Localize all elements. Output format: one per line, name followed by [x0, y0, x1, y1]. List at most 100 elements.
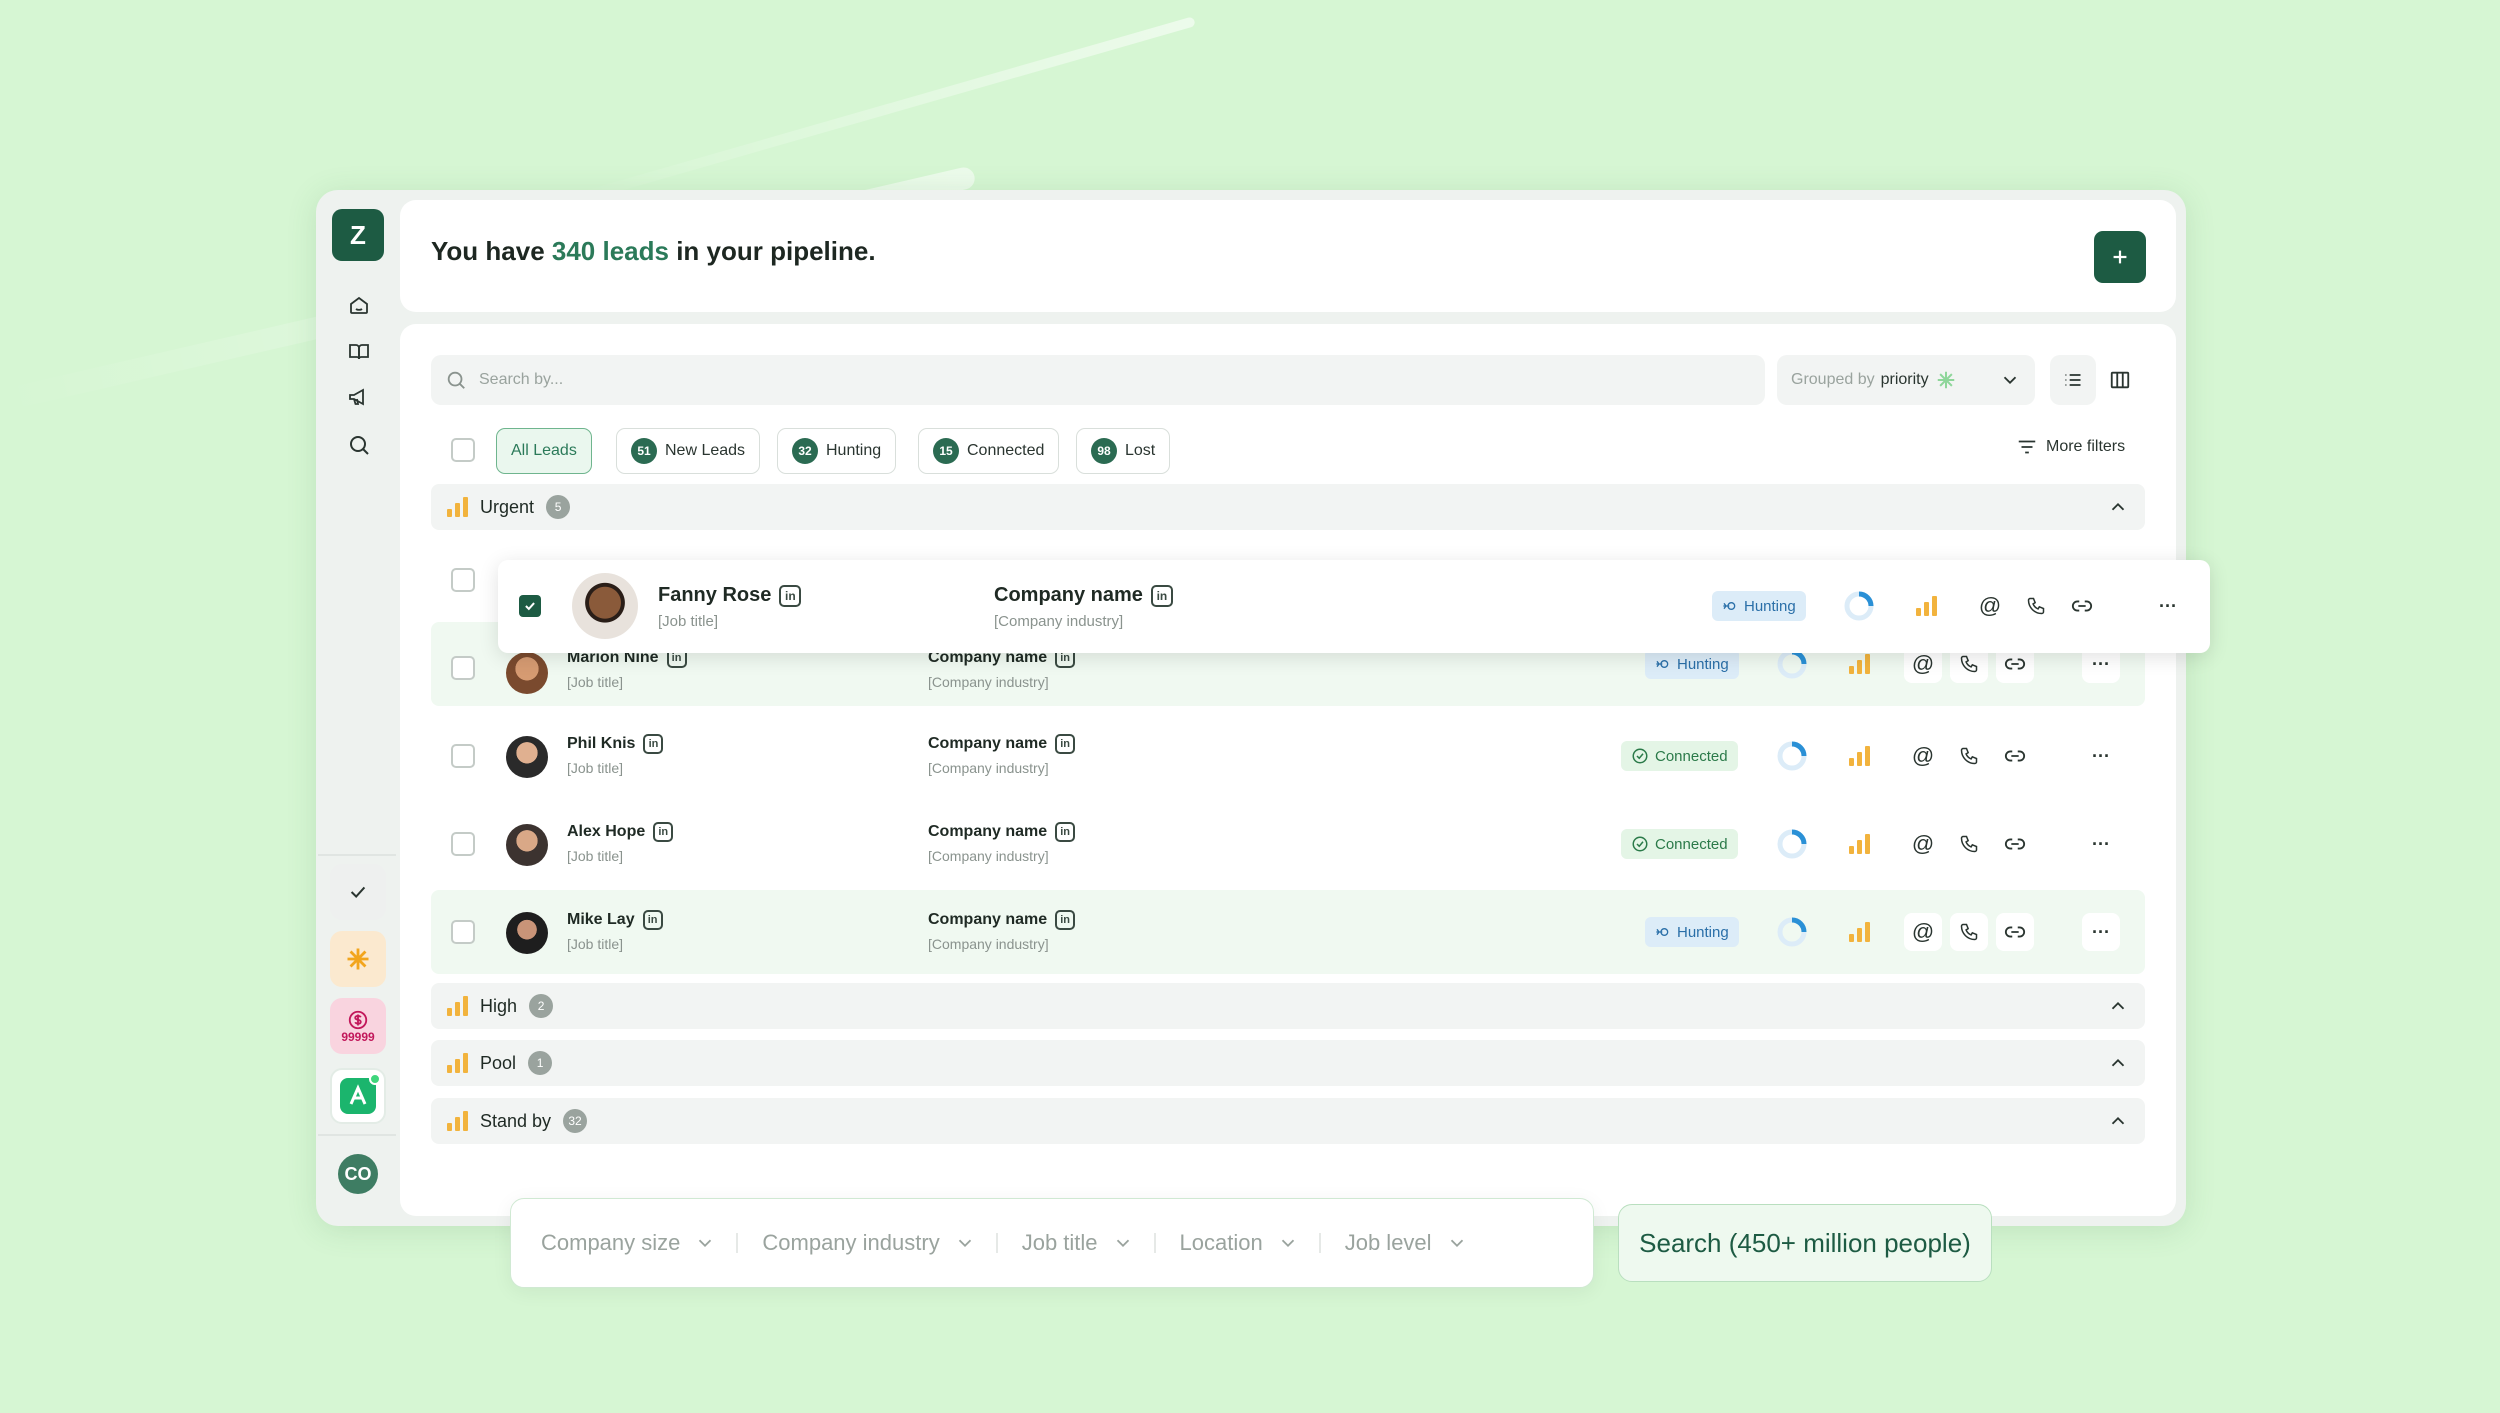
linkedin-icon[interactable]: in — [653, 822, 674, 842]
linkedin-icon[interactable]: in — [1055, 734, 1076, 754]
at-icon: @ — [1978, 593, 2002, 618]
chevron-up-icon — [2111, 1058, 2125, 1067]
link-button[interactable] — [1996, 737, 2034, 775]
board-view-button[interactable] — [2098, 355, 2142, 405]
linkedin-icon[interactable]: in — [1055, 910, 1076, 930]
chevron-down-icon — [1116, 1239, 1129, 1248]
at-icon: @ — [1911, 651, 1935, 676]
company-industry: [Company industry] — [928, 760, 1049, 776]
chevron-up-icon — [2111, 1116, 2125, 1125]
app-logo[interactable]: Z — [332, 209, 384, 261]
group-pool[interactable]: Pool 1 — [431, 1040, 2145, 1086]
avatar — [506, 736, 548, 778]
chevron-down-icon — [958, 1239, 971, 1248]
row-checkbox[interactable] — [451, 744, 475, 768]
check-icon — [525, 602, 535, 611]
company-industry: [Company industry] — [928, 936, 1049, 952]
phone-button[interactable] — [1950, 913, 1988, 951]
app-badge-icon — [340, 1073, 381, 1114]
phone-button[interactable] — [2017, 587, 2055, 625]
row-checkbox[interactable] — [451, 832, 475, 856]
lead-name: Alex Hope in — [567, 822, 674, 842]
linkedin-icon[interactable]: in — [779, 584, 802, 607]
tab-all-leads[interactable]: All Leads — [496, 428, 592, 474]
group-stand-by[interactable]: Stand by 32 — [431, 1098, 2145, 1144]
phone-button[interactable] — [1950, 737, 1988, 775]
link-button[interactable] — [1996, 825, 2034, 863]
tab-lost[interactable]: 98 Lost — [1076, 428, 1171, 474]
more-options-button[interactable]: ··· — [2082, 913, 2120, 951]
tab-connected[interactable]: 15 Connected — [918, 428, 1060, 474]
at-icon: @ — [1911, 831, 1935, 856]
link-icon — [2004, 838, 2026, 850]
filter-company-industry[interactable]: Company industry — [762, 1230, 975, 1256]
group-by-select[interactable]: Grouped by priority — [1777, 355, 2035, 405]
tab-hunting[interactable]: 32 Hunting — [777, 428, 897, 474]
linkedin-icon[interactable]: in — [1055, 822, 1076, 842]
company-name: Company name in — [928, 822, 1076, 842]
page-title: You have 340 leads in your pipeline. — [431, 236, 876, 266]
lead-name: Mike Lay in — [567, 910, 663, 930]
table-row[interactable]: Mike Lay in [Job title] Company name in [C… — [431, 890, 2145, 974]
link-button[interactable] — [2063, 587, 2101, 625]
phone-button[interactable] — [1950, 825, 1988, 863]
row-checkbox-checked[interactable] — [519, 595, 541, 617]
table-row[interactable]: Alex Hope in [Job title] Company name in [… — [431, 802, 2145, 886]
book-icon[interactable] — [342, 335, 376, 369]
row-checkbox[interactable] — [451, 568, 475, 592]
search-input[interactable] — [479, 371, 1679, 389]
filter-company-size[interactable]: Company size — [541, 1230, 716, 1256]
user-avatar[interactable]: CO — [338, 1154, 378, 1194]
linkedin-icon[interactable]: in — [643, 734, 664, 754]
priority-icon — [447, 1111, 468, 1131]
company-industry: [Company industry] — [994, 613, 1124, 630]
list-icon — [2065, 374, 2081, 386]
more-icon: ··· — [2092, 745, 2110, 766]
progress-ring-icon — [1777, 829, 1807, 859]
link-icon — [2071, 600, 2093, 612]
tasks-button[interactable] — [330, 864, 386, 920]
group-high[interactable]: High 2 — [431, 983, 2145, 1029]
check-circle-icon — [1632, 836, 1648, 852]
dragged-lead-row[interactable]: Fanny Rose in [Job title] Company name in … — [498, 560, 2210, 653]
link-button[interactable] — [1996, 913, 2034, 951]
lead-job-title: [Job title] — [567, 760, 624, 776]
add-lead-button[interactable] — [2094, 231, 2146, 283]
status-badge: Hunting — [1645, 917, 1739, 947]
group-urgent[interactable]: Urgent 5 — [431, 484, 2145, 530]
linkedin-icon[interactable]: in — [1150, 584, 1173, 607]
chevron-down-icon — [2003, 376, 2017, 385]
tab-new-leads[interactable]: 51 New Leads — [616, 428, 761, 474]
row-checkbox[interactable] — [451, 920, 475, 944]
search-bar[interactable] — [431, 355, 1765, 405]
priority-icon — [1849, 654, 1870, 674]
more-options-button[interactable]: ··· — [2149, 587, 2187, 625]
megaphone-icon[interactable] — [342, 380, 376, 414]
email-button[interactable]: @ — [1904, 737, 1942, 775]
select-all-checkbox[interactable] — [451, 438, 475, 462]
chevron-down-icon — [1281, 1239, 1294, 1248]
avatar — [506, 824, 548, 866]
row-checkbox[interactable] — [451, 656, 475, 680]
filter-job-level[interactable]: Job level — [1345, 1230, 1468, 1256]
spark-button[interactable] — [330, 931, 386, 987]
more-options-button[interactable]: ··· — [2082, 825, 2120, 863]
app-badge-button[interactable] — [330, 1068, 386, 1124]
avatar — [506, 912, 548, 954]
search-icon[interactable] — [342, 428, 376, 462]
list-view-button[interactable] — [2050, 355, 2096, 405]
home-icon[interactable] — [342, 288, 376, 322]
email-button[interactable]: @ — [1971, 587, 2009, 625]
email-button[interactable]: @ — [1904, 913, 1942, 951]
phone-icon — [1960, 747, 1978, 765]
linkedin-icon[interactable]: in — [642, 910, 663, 930]
table-row[interactable]: Phil Knis in [Job title] Company name in [… — [431, 714, 2145, 798]
company-industry: [Company industry] — [928, 848, 1049, 864]
email-button[interactable]: @ — [1904, 825, 1942, 863]
filter-job-title[interactable]: Job title — [1022, 1230, 1134, 1256]
more-options-button[interactable]: ··· — [2082, 737, 2120, 775]
search-people-button[interactable]: Search (450+ million people) — [1618, 1204, 1992, 1282]
filter-location[interactable]: Location — [1180, 1230, 1299, 1256]
credits-button[interactable]: 99999 — [330, 998, 386, 1054]
more-filters-button[interactable]: More filters — [2016, 436, 2125, 458]
